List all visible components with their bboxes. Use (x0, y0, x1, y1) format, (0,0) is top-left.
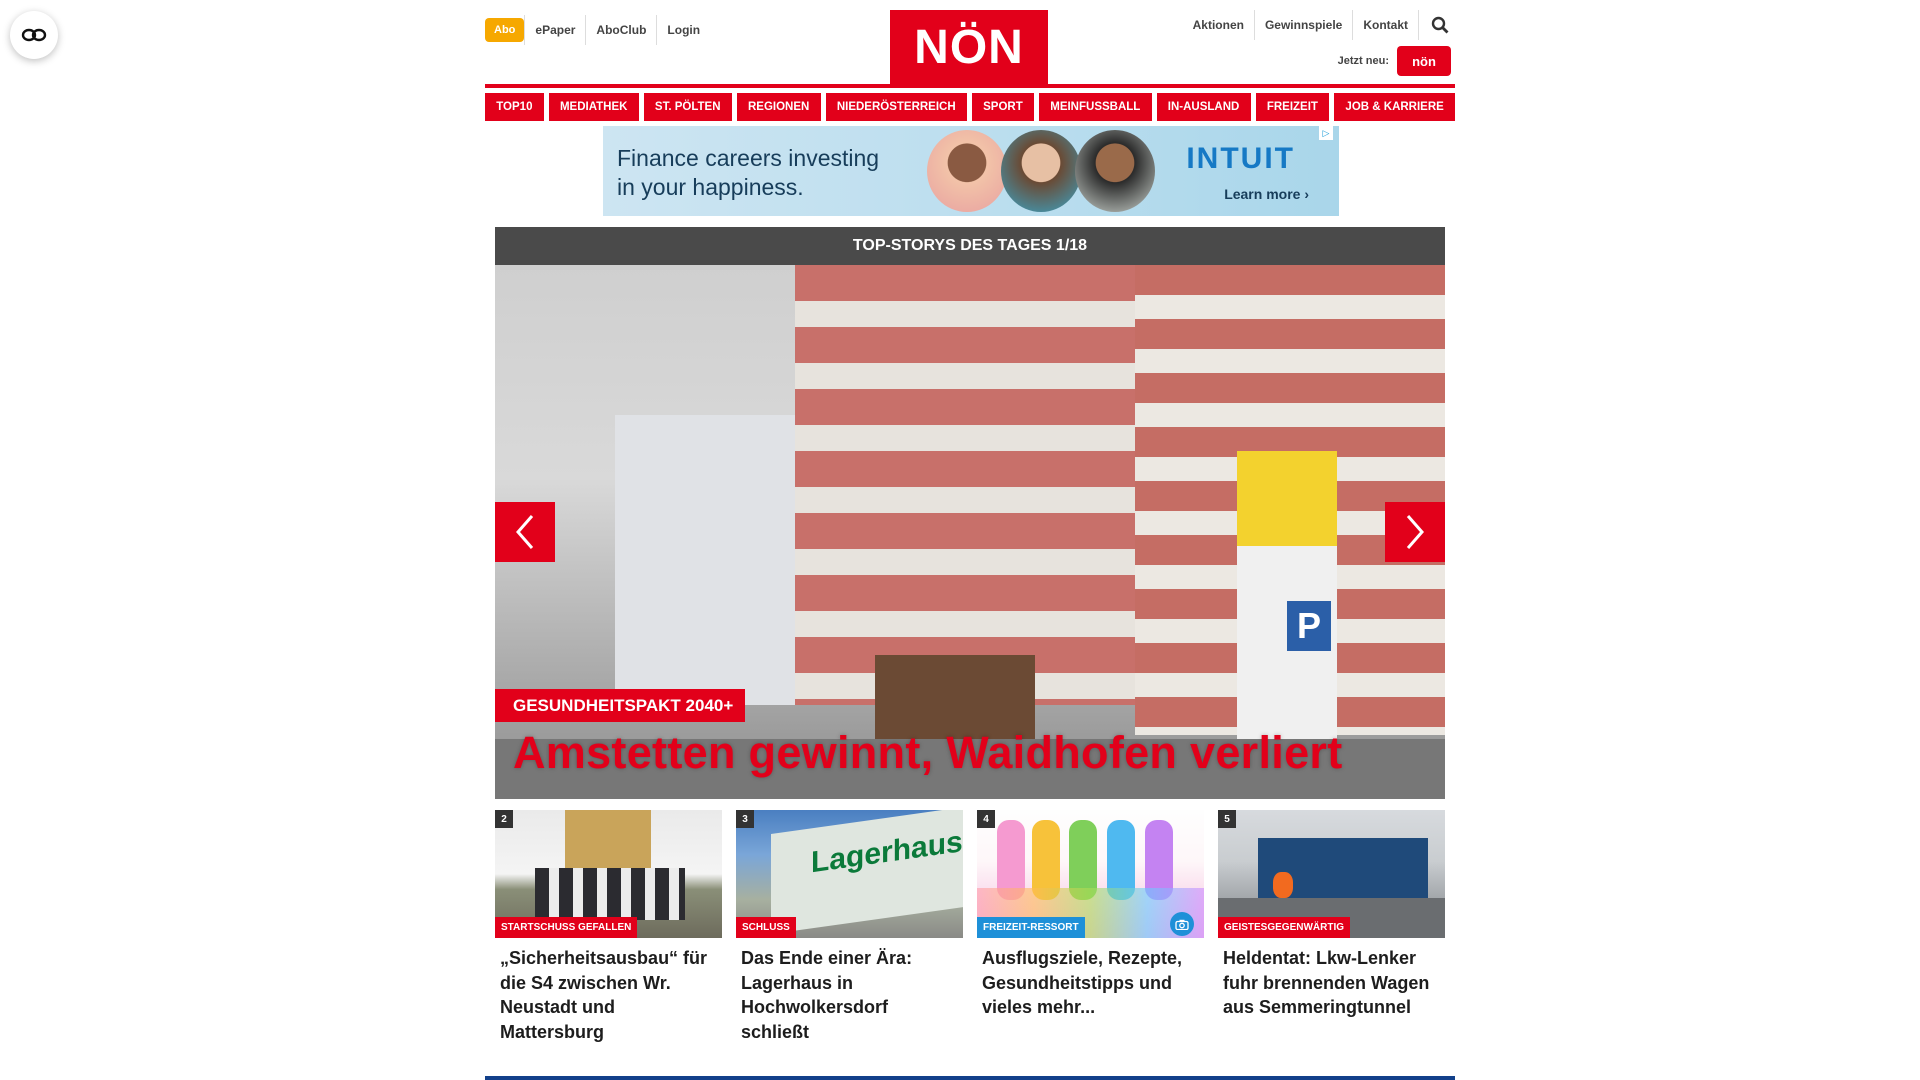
hero-kicker[interactable]: GESUNDHEITSPAKT 2040+ (495, 689, 746, 722)
hero-title[interactable]: Amstetten gewinnt, Waidhofen verliert (513, 727, 1343, 779)
nav-item-niederoesterreich[interactable]: NIEDERÖSTERREICH (825, 93, 967, 121)
top-stories-header: TOP-STORYS DES TAGES 1/18 (495, 227, 1445, 265)
aktionen-link[interactable]: Aktionen (1183, 10, 1255, 40)
header-divider (485, 84, 1455, 88)
aboclub-link[interactable]: AboClub (585, 15, 656, 45)
jetzt-neu: Jetzt neu: nön (1338, 46, 1451, 76)
ad-text-line2: in your happiness. (617, 174, 804, 200)
nav-item-job-karriere[interactable]: JOB & KARRIERE (1334, 93, 1456, 121)
teaser-item[interactable]: Lagerhaus 3 SCHLUSS Das Ende einer Ära: … (736, 810, 963, 1044)
teaser-number: 3 (736, 810, 754, 828)
ad-photo (1001, 130, 1081, 212)
teaser-kicker: STARTSCHUSS GEFALLEN (495, 917, 638, 938)
teaser-image[interactable]: Lagerhaus 3 SCHLUSS (736, 810, 963, 938)
ad-text-line1: Finance careers investing (617, 145, 880, 171)
nav-item-mediathek[interactable]: MEDIATHEK (548, 93, 639, 121)
teaser-kicker: GEISTESGEGENWÄRTIG (1218, 917, 1351, 938)
header-right-links: Aktionen Gewinnspiele Kontakt (1183, 10, 1455, 40)
ad-choices-icon[interactable]: ▷ (1319, 126, 1333, 140)
teaser-image[interactable]: 5 GEISTESGEGENWÄRTIG (1218, 810, 1445, 938)
nav-item-st-poelten[interactable]: ST. PÖLTEN (643, 93, 732, 121)
camera-icon (1170, 912, 1194, 936)
header-left-links: Abo ePaper AboClub Login (485, 15, 710, 45)
chevron-right-icon (1406, 515, 1424, 549)
accessibility-button[interactable] (10, 11, 58, 59)
login-link[interactable]: Login (656, 15, 710, 45)
ad-brand-logo: INTUIT (1186, 142, 1295, 175)
nav-item-regionen[interactable]: REGIONEN (736, 93, 821, 121)
teaser-title[interactable]: Ausflugsziele, Rezepte, Gesundheitstipps… (977, 938, 1204, 1020)
teaser-title[interactable]: Heldentat: Lkw-Lenker fuhr brennenden Wa… (1218, 938, 1445, 1020)
nav-item-meinfussball[interactable]: MEINFUSSBALL (1039, 93, 1152, 121)
teaser-number: 5 (1218, 810, 1236, 828)
hero-slider[interactable]: P GESUNDHEITSPAKT 2040+ Amstetten gewinn… (495, 265, 1445, 799)
nav-item-freizeit[interactable]: FREIZEIT (1255, 93, 1330, 121)
teaser-number: 4 (977, 810, 995, 828)
teaser-image-people (535, 868, 685, 920)
teaser-title[interactable]: Das Ende einer Ära: Lagerhaus in Hochwol… (736, 938, 963, 1044)
slider-next-button[interactable] (1385, 502, 1445, 562)
page-container: Abo ePaper AboClub Login NÖN Aktionen Ge… (485, 0, 1456, 1042)
kontakt-link[interactable]: Kontakt (1353, 10, 1419, 40)
ad-photo (927, 130, 1007, 212)
ad-photo (1075, 130, 1155, 212)
teaser-image-text: Lagerhaus (811, 825, 963, 880)
teaser-image[interactable]: 4 FREIZEIT-RESSORT (977, 810, 1204, 938)
jetzt-neu-label: Jetzt neu: (1337, 55, 1389, 67)
teaser-image-fire (1273, 872, 1293, 898)
header: Abo ePaper AboClub Login NÖN Aktionen Ge… (485, 0, 1455, 84)
ad-photos (927, 130, 1155, 212)
footer-bar (485, 1076, 1455, 1080)
ad-text: Finance careers investing in your happin… (617, 144, 879, 202)
teaser-kicker: SCHLUSS (736, 917, 796, 938)
site-logo[interactable]: NÖN (890, 10, 1048, 84)
teaser-number: 2 (495, 810, 513, 828)
search-icon[interactable] (1419, 16, 1455, 34)
teaser-item[interactable]: 2 STARTSCHUSS GEFALLEN „Sicherheitsausba… (495, 810, 722, 1044)
chevron-left-icon (516, 515, 534, 549)
nav-item-in-ausland[interactable]: IN-AUSLAND (1156, 93, 1251, 121)
ad-learn-more-link[interactable]: Learn more › (1224, 186, 1309, 202)
teaser-list: 2 STARTSCHUSS GEFALLEN „Sicherheitsausba… (495, 810, 1445, 1044)
teaser-image-building: Lagerhaus (771, 810, 963, 935)
teaser-kicker: FREIZEIT-RESSORT (977, 917, 1085, 938)
nav-item-top10[interactable]: TOP10 (485, 93, 544, 121)
abo-button[interactable]: Abo (485, 18, 525, 42)
epaper-link[interactable]: ePaper (524, 15, 585, 45)
accessibility-icon (21, 28, 47, 42)
nav-item-sport[interactable]: SPORT (971, 93, 1034, 121)
ad-banner[interactable]: Finance careers investing in your happin… (603, 126, 1339, 216)
teaser-title[interactable]: „Sicherheitsausbau“ für die S4 zwischen … (495, 938, 722, 1044)
parking-sign: P (1287, 601, 1331, 651)
main-nav: TOP10 MEDIATHEK ST. PÖLTEN REGIONEN NIED… (485, 93, 1456, 121)
teaser-item[interactable]: 5 GEISTESGEGENWÄRTIG Heldentat: Lkw-Lenk… (1218, 810, 1445, 1044)
hero-image-sign-header (1237, 451, 1337, 546)
mini-logo-link[interactable]: nön (1397, 46, 1451, 76)
gewinnspiele-link[interactable]: Gewinnspiele (1255, 10, 1354, 40)
slider-prev-button[interactable] (495, 502, 555, 562)
teaser-item[interactable]: 4 FREIZEIT-RESSORT Ausflugsziele, Rezept… (977, 810, 1204, 1044)
teaser-image[interactable]: 2 STARTSCHUSS GEFALLEN (495, 810, 722, 938)
